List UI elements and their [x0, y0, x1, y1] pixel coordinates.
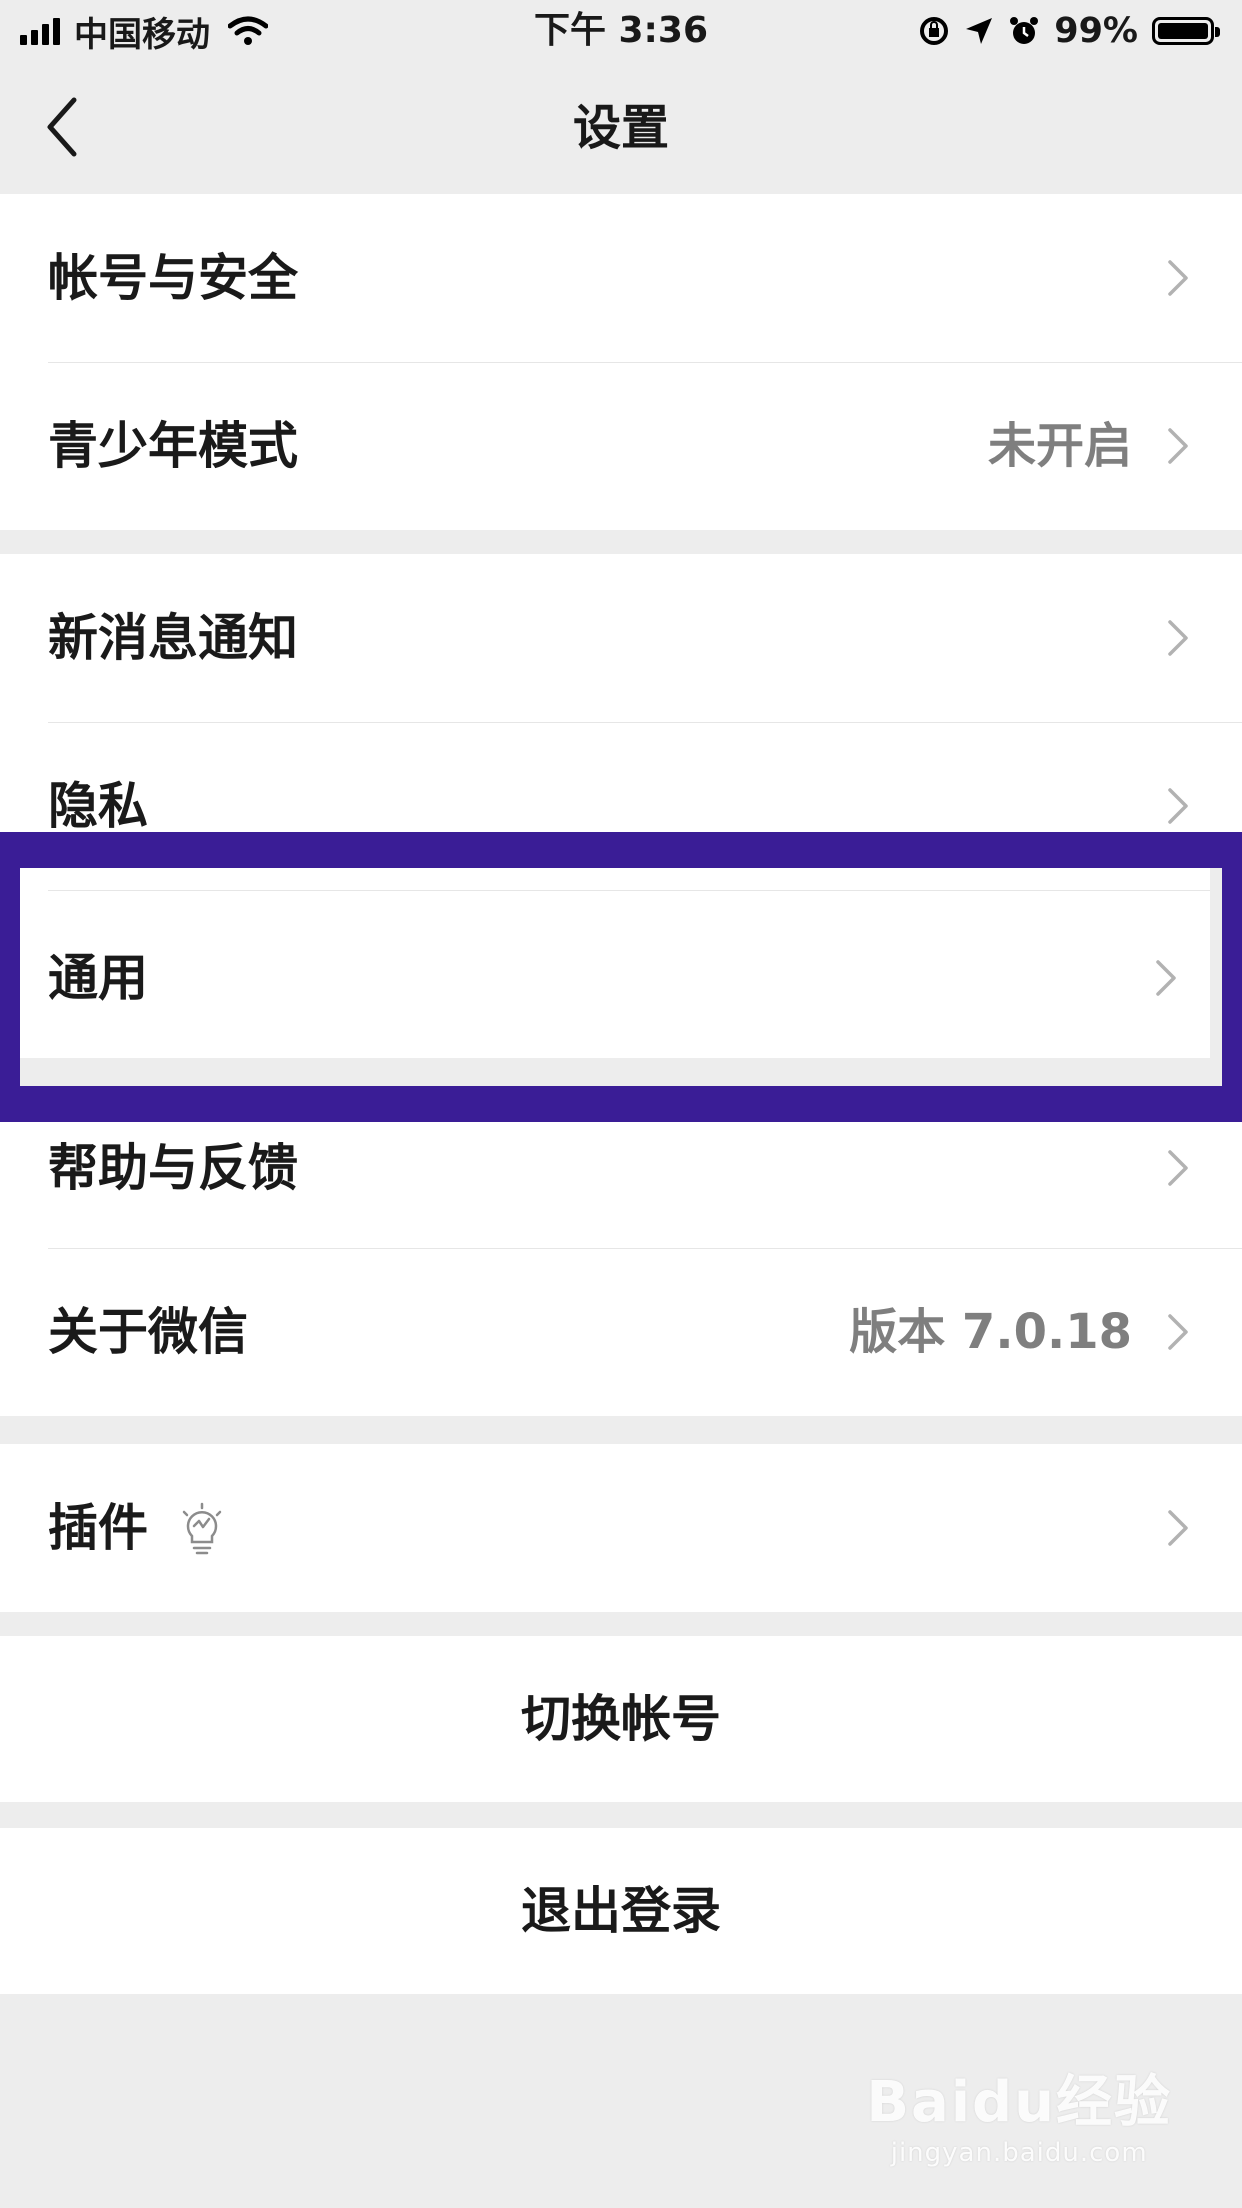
- status-bar: 中国移动 下午 3:36 99%: [0, 0, 1242, 62]
- settings-item-plugins[interactable]: 插件: [0, 1444, 1242, 1612]
- nav-bar: 设置: [0, 62, 1242, 194]
- settings-item-label: 关于微信: [48, 1303, 248, 1361]
- logout-group: 退出登录: [0, 1828, 1242, 1994]
- teen-mode-status: 未开启: [987, 418, 1132, 474]
- settings-item-privacy[interactable]: 隐私: [0, 722, 1242, 838]
- settings-item-label: 帮助与反馈: [48, 1139, 298, 1197]
- watermark-url: jingyan.baidu.com: [890, 2138, 1148, 2168]
- watermark-logo: Baidu经验: [866, 2070, 1172, 2135]
- logout-button[interactable]: 退出登录: [0, 1828, 1242, 1994]
- chevron-right-icon: [1168, 1150, 1188, 1186]
- watermark: Baidu经验 jingyan.baidu.com: [866, 2057, 1172, 2168]
- settings-item-help-feedback[interactable]: 帮助与反馈: [0, 1122, 1242, 1248]
- settings-item-account-security[interactable]: 帐号与安全: [0, 194, 1242, 362]
- chevron-right-icon: [1168, 620, 1188, 656]
- switch-account-button[interactable]: 切换帐号: [0, 1636, 1242, 1802]
- chevron-right-icon: [1168, 260, 1188, 296]
- settings-item-notifications[interactable]: 新消息通知: [0, 554, 1242, 722]
- settings-group-general: 新消息通知 隐私: [0, 554, 1242, 838]
- row-divider: [48, 890, 1210, 891]
- chevron-right-icon: [1168, 428, 1188, 464]
- settings-item-label: 帐号与安全: [48, 249, 298, 307]
- settings-item-label: 隐私: [48, 777, 148, 835]
- settings-item-about[interactable]: 关于微信 版本 7.0.18: [0, 1248, 1242, 1416]
- settings-item-label: 青少年模式: [48, 417, 298, 475]
- lightbulb-icon: [182, 1502, 222, 1555]
- switch-account-group: 切换帐号: [0, 1636, 1242, 1802]
- page-title: 设置: [572, 100, 669, 156]
- group-gap: [20, 1058, 1210, 1086]
- rotation-lock-icon: [920, 17, 949, 45]
- battery-icon: [1152, 17, 1220, 45]
- location-icon: [966, 18, 993, 44]
- settings-item-general[interactable]: 通用: [20, 868, 1210, 1058]
- version-text: 版本 7.0.18: [849, 1304, 1132, 1360]
- chevron-right-icon: [1156, 960, 1176, 996]
- alarm-icon: [1010, 17, 1039, 44]
- chevron-right-icon: [1168, 1510, 1188, 1546]
- settings-item-label: 新消息通知: [48, 609, 298, 667]
- settings-item-label: 插件: [48, 1499, 148, 1557]
- chevron-right-icon: [1168, 788, 1188, 824]
- settings-group-help: 帮助与反馈 关于微信 版本 7.0.18: [0, 1122, 1242, 1416]
- battery-percent: 99%: [1054, 11, 1138, 51]
- chevron-right-icon: [1168, 1314, 1188, 1350]
- settings-group-account: 帐号与安全 青少年模式 未开启: [0, 194, 1242, 530]
- settings-group-plugins: 插件: [0, 1444, 1242, 1612]
- settings-item-teen-mode[interactable]: 青少年模式 未开启: [0, 362, 1242, 530]
- settings-item-label: 通用: [48, 949, 148, 1007]
